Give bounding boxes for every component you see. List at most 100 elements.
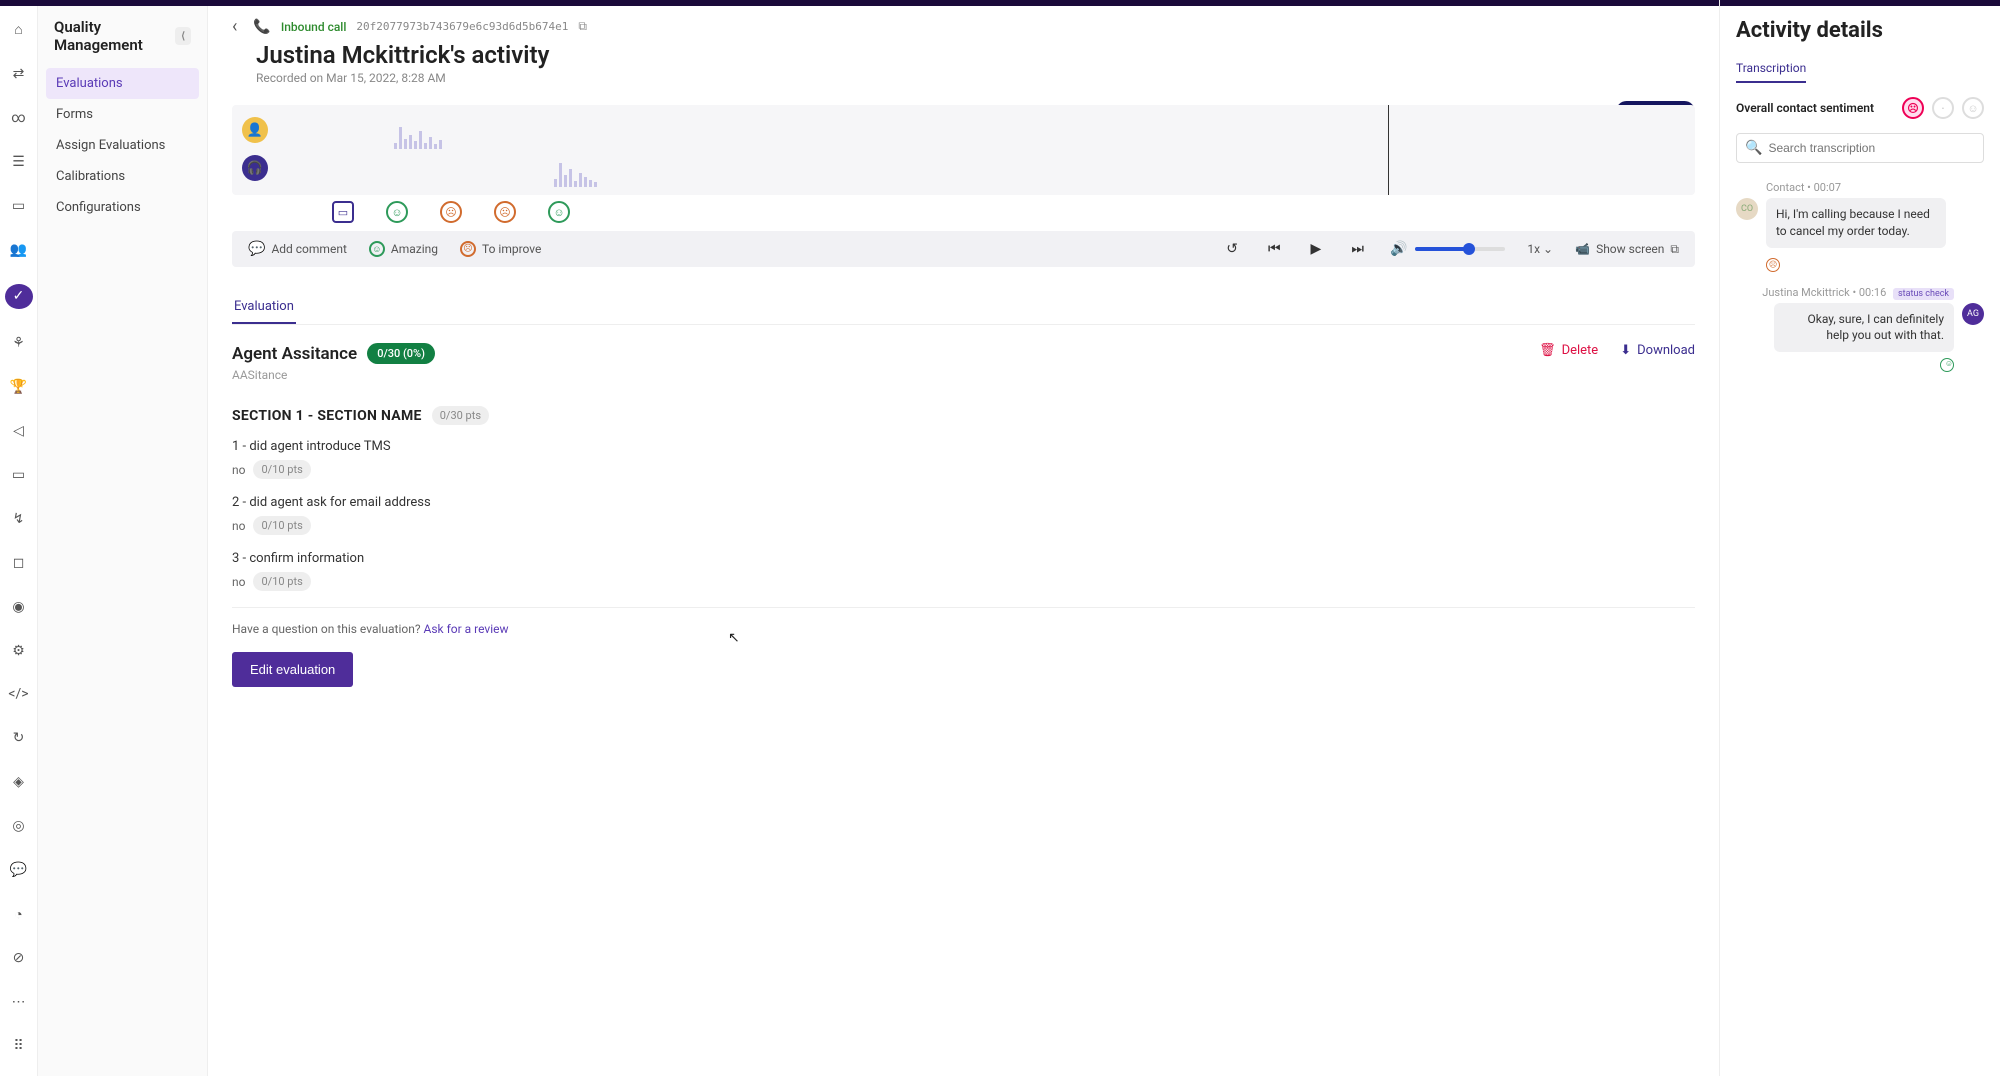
sentiment-negative-icon[interactable]: ☹ [440, 201, 462, 223]
collapse-subnav-button[interactable]: ⟨ [175, 27, 191, 45]
skip-forward-icon[interactable]: ⏭ [1347, 241, 1368, 257]
amazing-button[interactable]: ☺Amazing [369, 241, 438, 257]
waveform[interactable]: 👤 🎧 [232, 105, 1695, 195]
popout-icon[interactable]: ⧉ [1670, 242, 1679, 257]
playhead[interactable] [1388, 105, 1389, 195]
edit-evaluation-button[interactable]: Edit evaluation [232, 652, 353, 687]
message-bubble[interactable]: Okay, sure, I can definitely help you ou… [1774, 303, 1954, 353]
gauge-icon[interactable]: ◔ [8, 904, 30, 924]
download-button[interactable]: ⬇Download [1620, 343, 1695, 358]
target-icon[interactable]: ◎ [8, 816, 30, 836]
trophy-icon[interactable]: 🏆 [8, 377, 30, 397]
sentiment-positive-icon[interactable]: ☺ [548, 201, 570, 223]
section-title: SECTION 1 - SECTION NAME [232, 408, 422, 424]
apps-grid-icon[interactable]: ⠿ [8, 1036, 30, 1056]
show-screen-label: Show screen [1596, 242, 1664, 256]
main-content: ‹ 📞 Inbound call 20f2077973b743679e6c93d… [208, 0, 1720, 1076]
branch-icon[interactable]: ↯ [8, 509, 30, 529]
loop-icon[interactable]: ↻ [8, 728, 30, 748]
gear-icon[interactable]: ⚙ [8, 641, 30, 661]
volume-control[interactable]: 🔊 [1390, 241, 1505, 257]
subnav-item-evaluations[interactable]: Evaluations [46, 68, 199, 99]
overall-sentiment-neutral-icon[interactable]: · [1932, 97, 1954, 119]
answer-points-badge: 0/10 pts [253, 572, 310, 591]
volume-icon: 🔊 [1390, 241, 1407, 257]
transcript-message-agent: Justina Mckittrick • 00:16 status check … [1736, 286, 1984, 373]
link-icon[interactable]: ∞ [8, 108, 30, 128]
show-screen-button[interactable]: 📹 Show screen ⧉ [1575, 242, 1679, 257]
amazing-label: Amazing [391, 242, 438, 256]
answer-value: no [232, 463, 245, 477]
megaphone-icon[interactable]: ◁ [8, 421, 30, 441]
subnav-item-forms[interactable]: Forms [46, 99, 199, 130]
signal-icon[interactable]: ◉ [8, 597, 30, 617]
clipboard-icon[interactable]: ✓ [5, 284, 33, 309]
book-icon[interactable]: ▭ [8, 465, 30, 485]
question-2: 2 - did agent ask for email address no0/… [232, 495, 1695, 535]
message-bubble[interactable]: Hi, I'm calling because I need to cancel… [1766, 198, 1946, 248]
ask-review-link[interactable]: Ask for a review [424, 622, 509, 636]
play-icon[interactable]: ▶ [1307, 241, 1326, 257]
speed-select[interactable]: 1x ⌄ [1527, 242, 1553, 256]
tab-transcription[interactable]: Transcription [1736, 55, 1806, 83]
home-icon[interactable]: ⌂ [8, 20, 30, 40]
speaker-chip-agent-icon: 🎧 [242, 155, 268, 181]
answer-points-badge: 0/10 pts [253, 516, 310, 535]
message-meta: Justina Mckittrick • 00:16 status check [1736, 286, 1954, 299]
tab-evaluation[interactable]: Evaluation [232, 291, 296, 324]
to-improve-button[interactable]: ☹To improve [460, 241, 541, 257]
delete-button[interactable]: 🗑Delete [1539, 343, 1598, 358]
settings-sliders-icon[interactable]: ☰ [8, 152, 30, 172]
page-title: Justina Mckittrick's activity [256, 41, 1695, 69]
copy-icon[interactable]: ⧉ [578, 19, 587, 34]
chat-icon[interactable]: 💬 [8, 860, 30, 880]
sentiment-positive-icon[interactable]: ☺ [386, 201, 408, 223]
id-card-icon[interactable]: ▭ [8, 196, 30, 216]
message-sentiment-negative-icon: ☹ [1766, 258, 1780, 272]
call-id: 20f2077973b743679e6c93d6d5b674e1 [356, 20, 568, 33]
question-text: 1 - did agent introduce TMS [232, 439, 1695, 454]
replay-icon[interactable]: ↺ [1222, 241, 1242, 257]
search-transcription-input[interactable]: 🔍 [1736, 133, 1984, 163]
subnav-item-assign[interactable]: Assign Evaluations [46, 130, 199, 161]
sentiment-negative-icon[interactable]: ☹ [494, 201, 516, 223]
code-icon[interactable]: </> [8, 685, 30, 705]
volume-slider[interactable] [1415, 247, 1505, 251]
call-type-label: Inbound call [281, 20, 347, 34]
trash-icon: 🗑 [1539, 343, 1556, 358]
breadcrumb: ‹ 📞 Inbound call 20f2077973b743679e6c93d… [232, 16, 1695, 37]
overall-sentiment-positive-icon[interactable]: ☺ [1962, 97, 1984, 119]
more-icon[interactable]: ⋯ [8, 992, 30, 1012]
score-badge: 0/30 (0%) [367, 343, 435, 364]
search-icon: 🔍 [1745, 140, 1762, 156]
back-arrow-icon[interactable]: ‹ [232, 16, 237, 37]
search-transcription-field[interactable] [1768, 141, 1975, 155]
evaluation-title-text: Agent Assitance [232, 344, 357, 364]
section-points-badge: 0/30 pts [432, 406, 489, 425]
subnav-item-configurations[interactable]: Configurations [46, 192, 199, 223]
message-sentiment-positive-icon: ☺ [1940, 358, 1954, 372]
avatar-contact: CO [1736, 198, 1758, 220]
team-icon[interactable]: ⚘ [8, 333, 30, 353]
video-icon: 📹 [1575, 242, 1590, 256]
shield-icon[interactable]: ◻ [8, 553, 30, 573]
subnav-title-text: Quality Management [54, 18, 175, 54]
note-marker-icon[interactable]: ▭ [332, 201, 354, 223]
transcript-message-contact: Contact • 00:07 CO Hi, I'm calling becau… [1736, 181, 1984, 272]
people-icon[interactable]: 👥 [8, 240, 30, 260]
share-icon[interactable]: ⇄ [8, 64, 30, 84]
question-text: 3 - confirm information [232, 551, 1695, 566]
skip-back-icon[interactable]: ⏮ [1264, 241, 1285, 257]
add-comment-button[interactable]: 💬Add comment [248, 241, 347, 257]
evaluation-header: Agent Assitance 0/30 (0%) AASitance 🗑Del… [232, 343, 1695, 382]
message-tag-badge: status check [1893, 288, 1954, 300]
overall-sentiment-negative-icon[interactable]: ☹ [1902, 97, 1924, 119]
compass-icon[interactable]: ⊘ [8, 948, 30, 968]
evaluation-actions: 🗑Delete ⬇Download [1539, 343, 1695, 358]
speaker-chip-contact-icon: 👤 [242, 117, 268, 143]
waveform-row-contact: 👤 [244, 113, 1683, 151]
waveform-row-agent: 🎧 [244, 151, 1683, 189]
app-shell: ⌂ ⇄ ∞ ☰ ▭ 👥 ✓ ⚘ 🏆 ◁ ▭ ↯ ◻ ◉ ⚙ </> ↻ ◈ ◎ … [0, 0, 2000, 1076]
cube-icon[interactable]: ◈ [8, 772, 30, 792]
subnav-item-calibrations[interactable]: Calibrations [46, 161, 199, 192]
